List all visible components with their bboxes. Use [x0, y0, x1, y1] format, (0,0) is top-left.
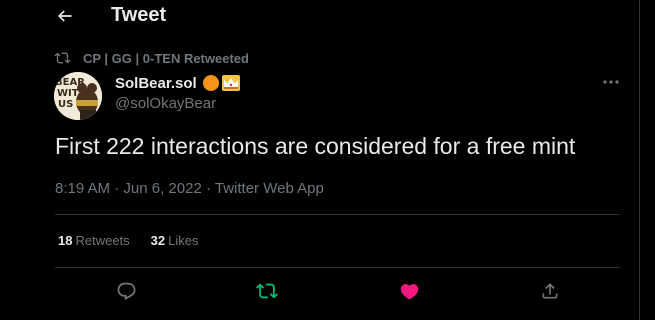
column-border: [639, 0, 640, 320]
display-name[interactable]: SolBear.sol: [115, 75, 197, 92]
likes-count: 32: [150, 233, 166, 248]
reply-button[interactable]: [115, 280, 137, 302]
share-button[interactable]: [539, 280, 561, 302]
author-info[interactable]: SolBear.sol @solOkayBear: [115, 73, 240, 112]
divider: [55, 267, 620, 268]
meta-separator: ·: [205, 180, 211, 197]
back-button[interactable]: [52, 3, 78, 29]
tweet-time[interactable]: 8:19 AM: [55, 180, 110, 197]
retweet-icon: [256, 283, 278, 299]
retweets-count: 18: [58, 233, 73, 248]
orange-circle-badge-icon: [202, 75, 219, 91]
reply-icon: [117, 282, 135, 300]
share-icon: [542, 283, 558, 299]
tweet-stats: 18 Retweets 32 Likes: [58, 233, 220, 248]
avatar[interactable]: BEAR WITH US: [54, 72, 102, 120]
page-title: Tweet: [111, 4, 167, 26]
tweet-date[interactable]: Jun 6, 2022: [123, 180, 201, 197]
meta-separator: ·: [114, 180, 120, 197]
retweet-button[interactable]: [256, 280, 278, 302]
retweets-label: Retweets: [75, 233, 130, 248]
tweet-meta: 8:19 AM · Jun 6, 2022 · Twitter Web App: [55, 180, 324, 197]
tweet-source[interactable]: Twitter Web App: [215, 180, 324, 197]
heart-icon: [400, 283, 418, 300]
more-dots-icon: [603, 80, 619, 84]
retweet-icon: [54, 50, 72, 66]
social-context[interactable]: CP | GG | 0-TEN Retweeted: [54, 50, 249, 66]
arrow-left-icon: [57, 10, 72, 22]
likes-label: Likes: [168, 233, 199, 248]
more-options-button[interactable]: [600, 74, 622, 90]
likes-stat[interactable]: 32 Likes: [151, 233, 199, 248]
tweet-page: Tweet CP | GG | 0-TEN Retweeted BEAR WIT…: [0, 0, 655, 320]
divider: [55, 214, 620, 215]
like-button[interactable]: [398, 280, 420, 302]
user-handle[interactable]: @solOkayBear: [115, 95, 240, 112]
crown-badge-icon: [221, 75, 240, 91]
header: Tweet: [0, 0, 639, 34]
tweet-text: First 222 interactions are considered fo…: [55, 133, 576, 159]
retweeted-by-text: CP | GG | 0-TEN Retweeted: [83, 50, 249, 66]
avatar-text-line3: US: [58, 99, 73, 110]
retweets-stat[interactable]: 18 Retweets: [58, 233, 130, 248]
